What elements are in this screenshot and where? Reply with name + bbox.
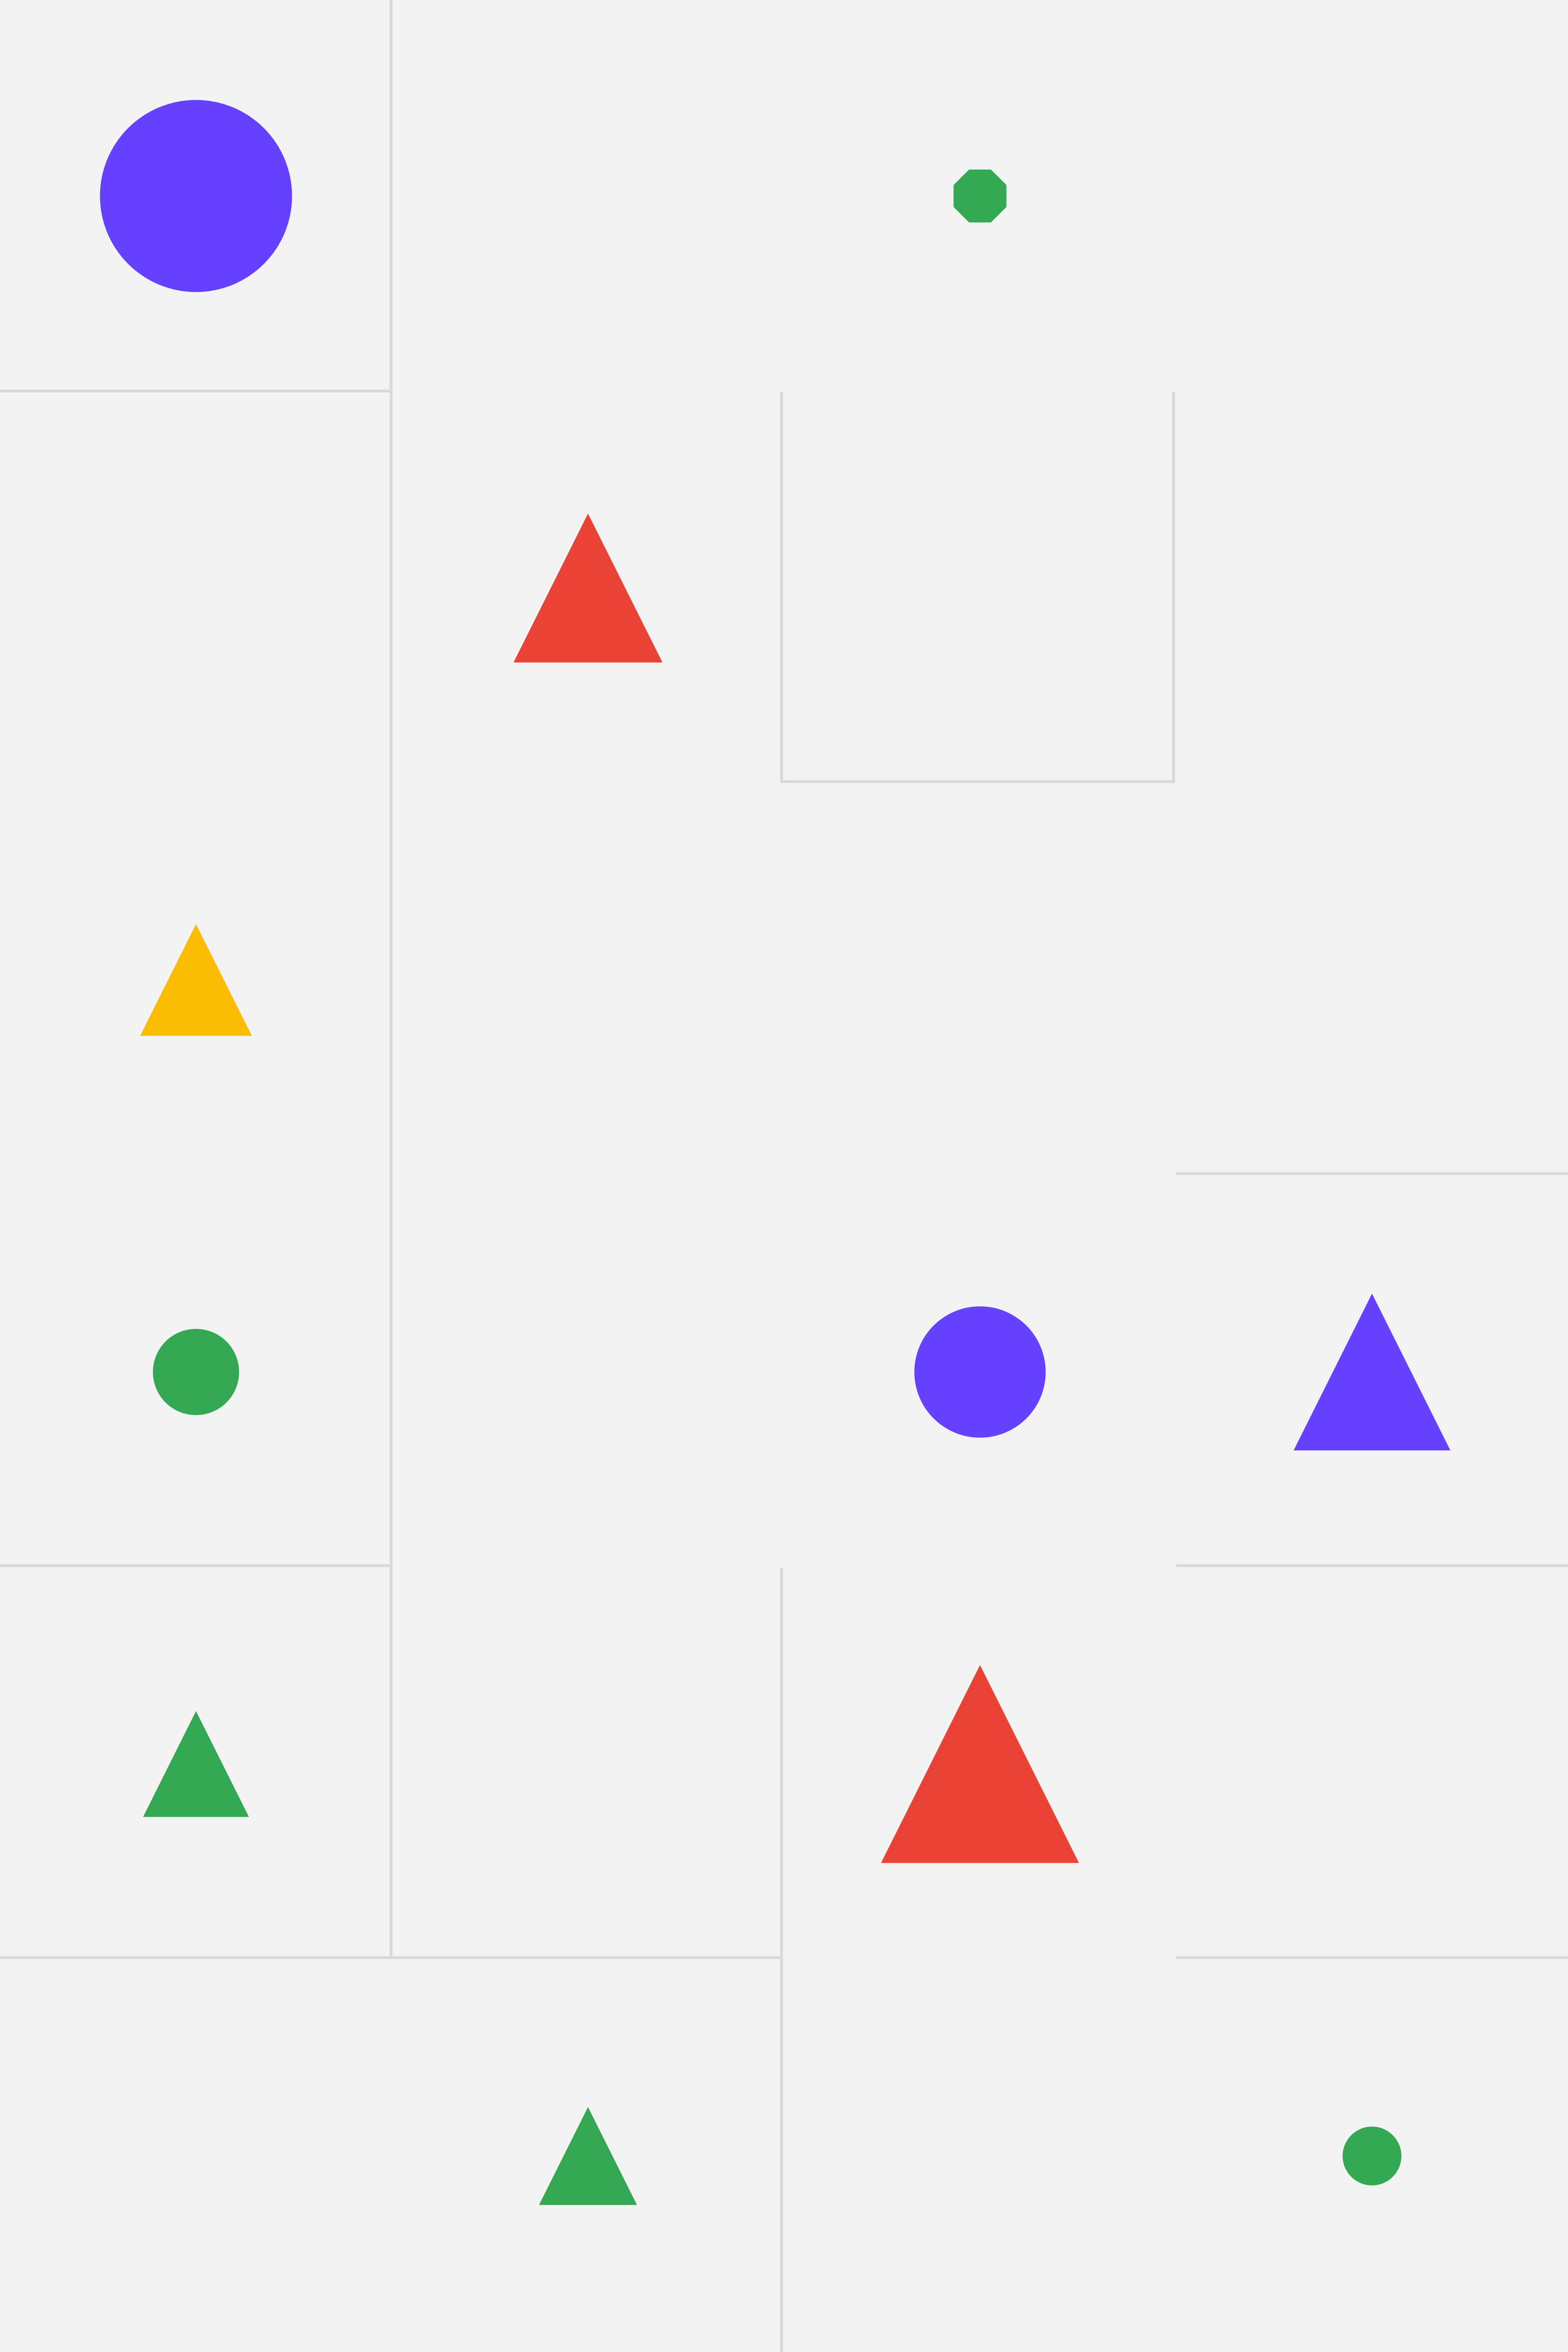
piece-green-circle[interactable] (152, 1328, 240, 1416)
board-background (0, 0, 1568, 2352)
piece-purple-circle[interactable] (914, 1306, 1046, 1438)
piece-green-circle-small[interactable] (1342, 2126, 1402, 2186)
maze-board (0, 0, 1568, 2352)
piece-purple-circle-large[interactable] (100, 100, 292, 292)
piece-green-octagon-small[interactable] (953, 169, 1007, 223)
